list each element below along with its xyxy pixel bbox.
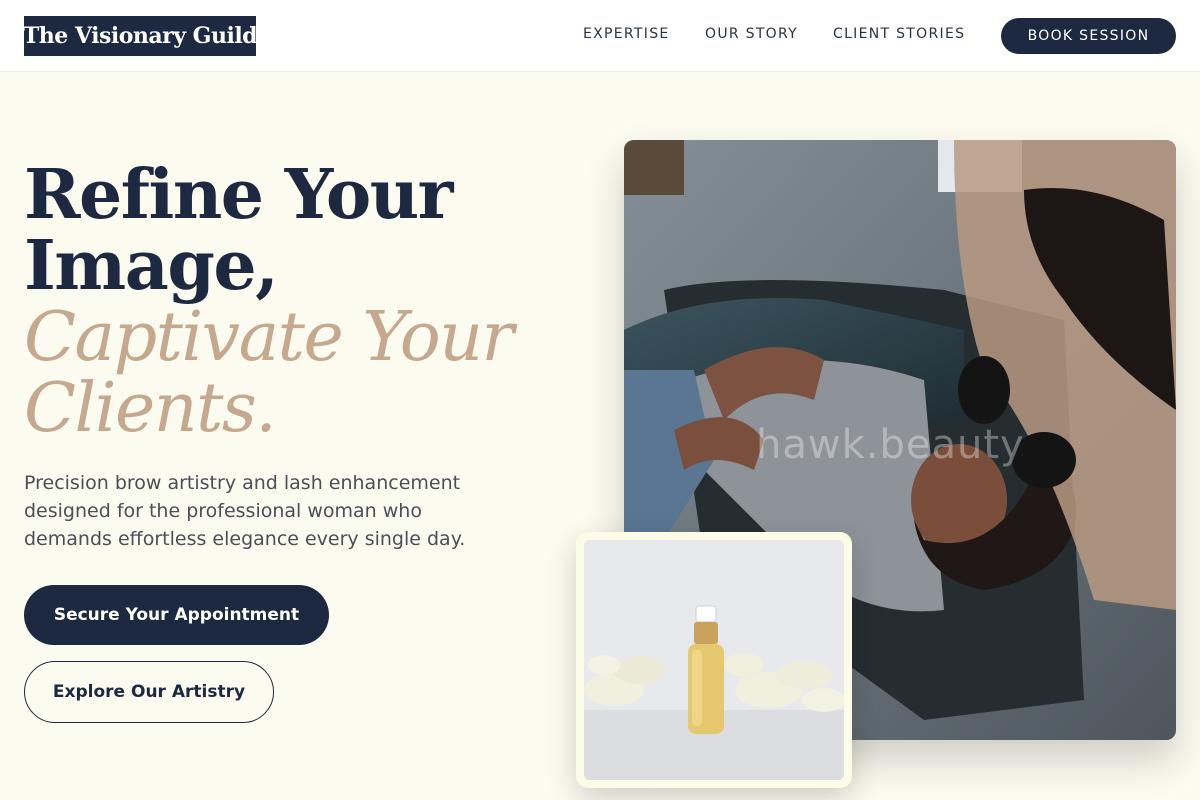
product-photo xyxy=(584,540,844,780)
headline-line-2: Image, xyxy=(24,226,279,306)
product-photo-card xyxy=(576,532,852,788)
explore-artistry-button[interactable]: Explore Our Artistry xyxy=(24,661,274,723)
secure-appointment-button[interactable]: Secure Your Appointment xyxy=(24,585,329,645)
site-header: The Visionary Guild EXPERTISE OUR STORY … xyxy=(0,0,1200,72)
headline-accent-line-2: Clients. xyxy=(24,369,277,448)
nav-link-our-story[interactable]: OUR STORY xyxy=(705,26,798,42)
photo-watermark: hawk.beauty xyxy=(756,422,1025,468)
headline-line-1: Refine Your xyxy=(24,155,454,235)
headline-accent-line-1: Captivate Your xyxy=(24,298,514,377)
nav-link-expertise[interactable]: EXPERTISE xyxy=(583,26,670,42)
hero-headline: Refine Your Image, Captivate Your Client… xyxy=(24,155,584,448)
serum-bottle-illustration xyxy=(584,540,844,780)
book-session-button[interactable]: BOOK SESSION xyxy=(1001,18,1176,54)
hero-subtext: Precision brow artistry and lash enhance… xyxy=(24,472,466,550)
nav-link-client-stories[interactable]: CLIENT STORIES xyxy=(833,26,965,42)
brand-logo[interactable]: The Visionary Guild xyxy=(23,16,258,56)
